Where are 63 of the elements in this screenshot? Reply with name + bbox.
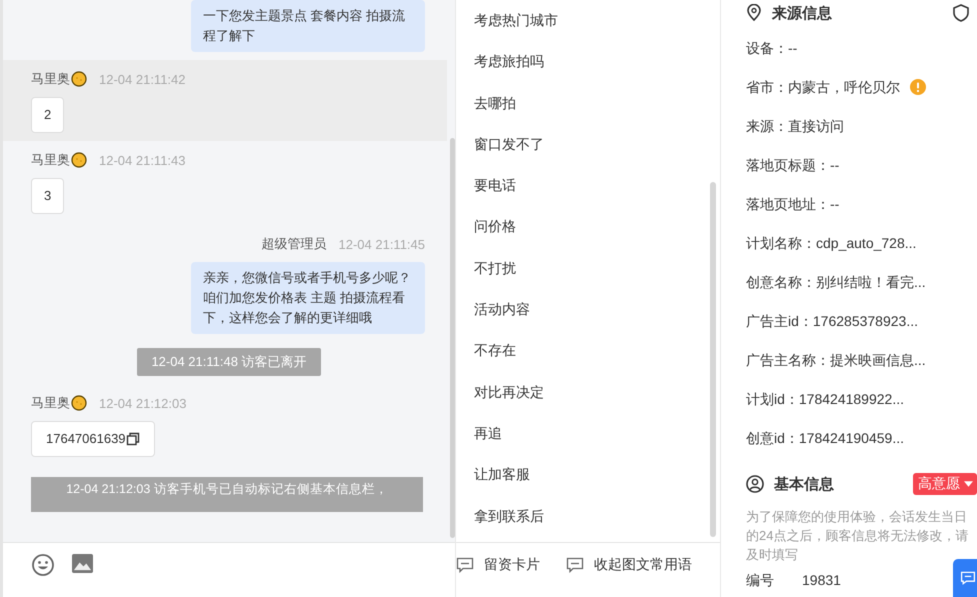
shield-icon[interactable]	[953, 4, 969, 22]
info-field: 落地页地址：--	[746, 194, 840, 214]
info-field: 省市：内蒙古，呼伦贝尔	[746, 76, 900, 96]
info-field: 创意名称：别纠结啦！看完...	[746, 272, 926, 292]
scrollbar[interactable]	[710, 182, 716, 537]
info-note: 为了保障您的使用体验，会话发生当日的24点之后，顾客信息将无法修改，请及时填写	[746, 508, 970, 564]
info-field: 设备：--	[746, 38, 798, 58]
image-icon[interactable]	[71, 553, 94, 574]
quick-reply-item[interactable]: 不打扰	[456, 248, 720, 290]
scrollbar[interactable]	[450, 138, 455, 538]
section-title: 来源信息	[772, 4, 832, 22]
coin-icon	[71, 152, 87, 168]
info-field: 广告主名称：提米映画信息...	[746, 350, 926, 370]
message-time: 12-04 21:12:03	[99, 396, 186, 410]
info-field: 落地页标题：--	[746, 154, 840, 174]
info-field: 来源：直接访问	[746, 116, 844, 136]
quick-reply-item[interactable]: 活动内容	[456, 289, 720, 330]
emoji-icon[interactable]	[31, 553, 55, 577]
message-time: 12-04 21:11:43	[99, 152, 186, 168]
location-pin-icon	[746, 4, 762, 22]
section-title: 基本信息	[774, 474, 834, 494]
sender-name: 马里奥	[31, 70, 70, 88]
sender-name: 马里奥	[31, 394, 70, 412]
quick-reply-item[interactable]: 不存在	[456, 330, 720, 372]
quick-reply-item[interactable]: 让加客服	[456, 454, 720, 496]
copy-icon[interactable]	[126, 432, 140, 446]
message-icon[interactable]	[456, 557, 474, 573]
user-icon	[746, 475, 764, 493]
footer-action[interactable]: 收起图文常用语	[594, 556, 692, 574]
quick-reply-item[interactable]: 问价格	[456, 206, 720, 248]
info-field: 广告主id：176285378923...	[746, 310, 918, 330]
quick-reply-item[interactable]: 窗口发不了	[456, 124, 720, 166]
chat-icon[interactable]	[960, 570, 976, 586]
quick-reply-item[interactable]: 考虑旅拍吗	[456, 41, 720, 83]
coin-icon	[71, 395, 87, 411]
coin-icon	[71, 71, 87, 87]
quick-reply-item[interactable]: 去哪拍	[456, 82, 720, 124]
quick-reply-item[interactable]: 再追	[456, 412, 720, 454]
sender-name: 超级管理员	[262, 235, 326, 253]
info-field: 创意id：178424190459...	[746, 428, 904, 448]
message-time: 12-04 21:11:45	[338, 236, 425, 252]
quick-reply-item[interactable]: 考虑热门城市	[456, 0, 720, 42]
quick-reply-item[interactable]: 对比再决定	[456, 372, 720, 413]
message-bubble: 一下您发主题景点 套餐内容 拍摄流程了解下	[191, 0, 425, 52]
message-bubble: 2	[31, 97, 64, 133]
field-label: 编号	[746, 572, 775, 590]
message-bubble: 亲亲，您微信号或者手机号多少呢？咱们加您发价格表 主题 拍摄流程看下，这样您会了解的更详细哦	[191, 262, 425, 334]
quick-reply-item[interactable]: 拿到联系后	[456, 496, 720, 537]
field-value: 19831	[802, 572, 841, 590]
message-time: 12-04 21:11:42	[99, 72, 186, 86]
quick-reply-item[interactable]: 要电话	[456, 165, 720, 206]
system-message: 12-04 21:11:48 访客已离开	[137, 348, 321, 376]
phone-number: 17647061639	[46, 431, 126, 447]
intent-dropdown[interactable]: 高意愿	[913, 473, 977, 495]
info-field: 计划id：178424189922...	[746, 388, 904, 408]
sender-name: 马里奥	[31, 151, 70, 169]
system-notice: 12-04 21:12:03 访客手机号已自动标记右侧基本信息栏，	[31, 477, 423, 512]
chat-float-button[interactable]	[953, 559, 977, 597]
caret-icon[interactable]	[964, 481, 973, 487]
footer-action[interactable]: 留资卡片	[484, 556, 540, 574]
message-bubble: 3	[31, 178, 64, 214]
info-field: 计划名称：cdp_auto_728...	[746, 232, 916, 252]
message-icon[interactable]	[566, 557, 584, 573]
